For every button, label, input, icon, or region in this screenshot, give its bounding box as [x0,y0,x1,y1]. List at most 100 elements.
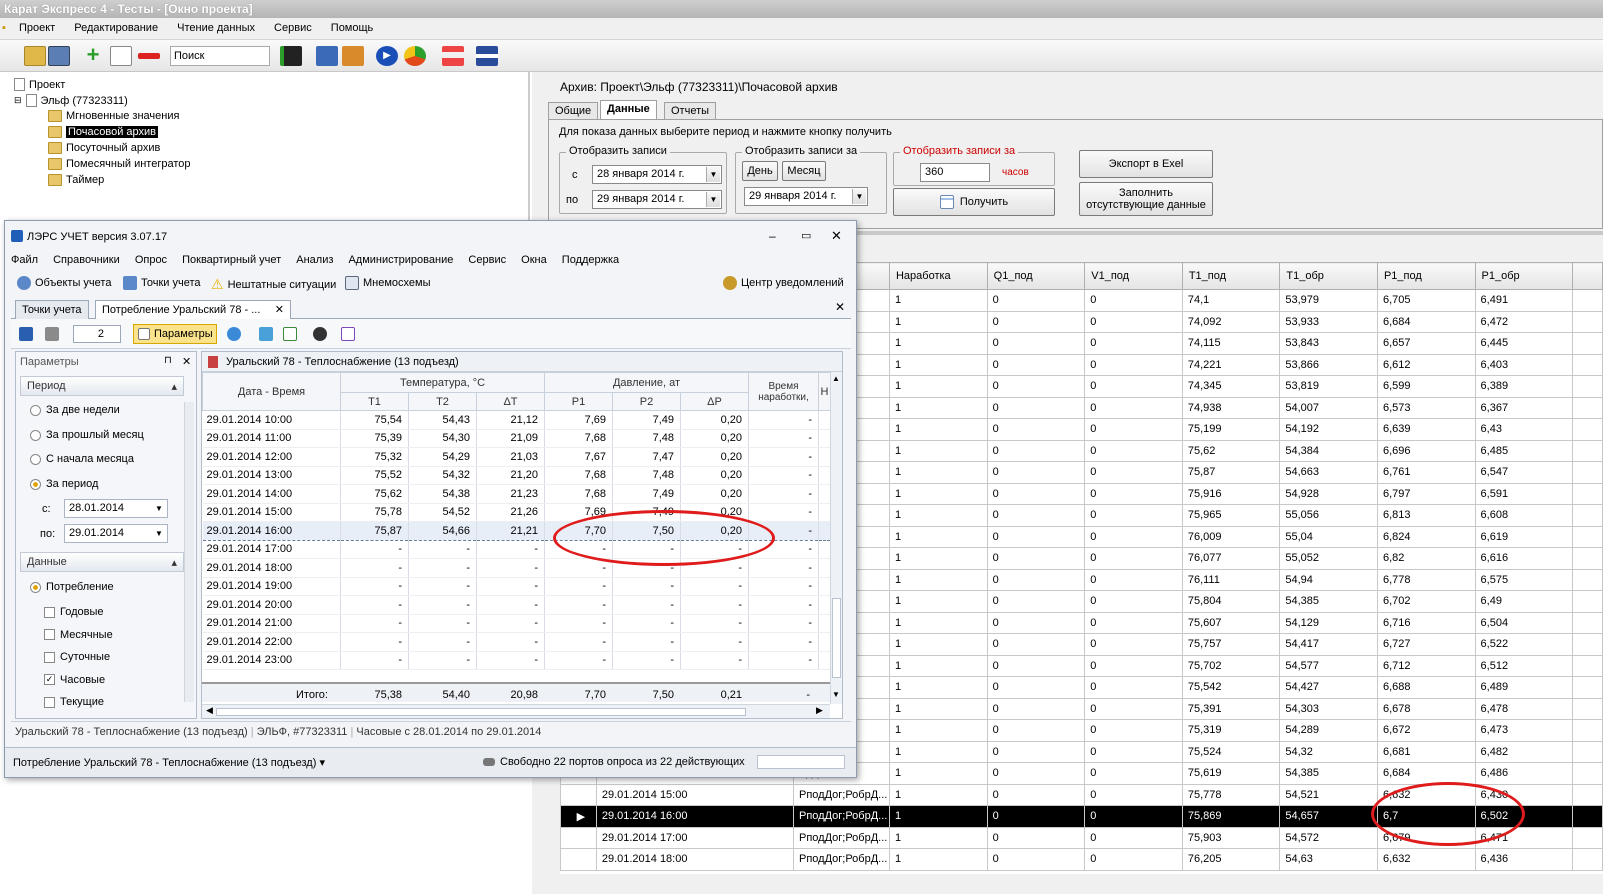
col-v1-header[interactable]: V1_под [1084,262,1183,290]
range-to-date[interactable]: 29 января 2014 г. ▼ [592,190,722,209]
lers-menu-apartment[interactable]: Поквартирный учет [176,251,287,269]
col-runtime-header[interactable]: Наработка [888,262,988,290]
params-close-icon[interactable]: ✕ [182,355,191,368]
add-icon[interactable]: + [82,44,104,66]
tree-item-instant[interactable]: Мгновенные значения [48,110,179,122]
row-indicator[interactable] [560,826,597,849]
menu-help[interactable]: Помощь [323,18,382,38]
doc-tab-points[interactable]: Точки учета [15,300,89,319]
checkbox-4[interactable]: Текущие [44,696,104,708]
col-p1-return-header[interactable]: P1_обр [1474,262,1574,290]
pin-icon[interactable]: ⊓ [164,355,172,366]
scroll-up-icon[interactable]: ▲ [832,374,840,383]
table-row[interactable]: 29.01.2014 18:00- - - - - - - [202,558,831,578]
collapse-up-icon[interactable]: ▴ [171,380,177,393]
menu-project[interactable]: Проект [11,18,63,38]
book-icon[interactable] [316,46,338,66]
lers-menu-admin[interactable]: Администрирование [342,251,459,269]
col-p1-header[interactable]: P1 [544,392,613,411]
scroll-down-icon[interactable]: ▼ [832,690,840,699]
print-icon[interactable] [45,327,59,341]
fill-missing-button[interactable]: Заполнить отсутствующие данные [1079,182,1213,216]
col-temperature-header[interactable]: Температура, °С [340,372,545,393]
radio-month-start[interactable]: С начала месяца [30,453,134,465]
lers-menu-windows[interactable]: Окна [515,251,553,269]
radio-two-weeks[interactable]: За две недели [30,404,120,416]
active-document[interactable]: Потребление Уральский 78 - Теплоснабжени… [13,756,325,769]
data-section-header[interactable]: Данные ▴ [20,552,184,572]
export-icon[interactable] [259,327,273,341]
hierarchy-icon[interactable] [442,46,464,66]
doc-tab-consumption[interactable]: Потребление Уральский 78 - ... ✕ [95,300,291,319]
hours-input[interactable]: 360 [920,163,990,182]
table-row[interactable]: 29.01.2014 22:00- - - - - - - [202,632,831,652]
period-from-date[interactable]: 28.01.2014 ▼ [64,499,168,518]
checkbox-1[interactable]: Месячные [44,629,113,641]
col-t1-return-header[interactable]: T1_обр [1279,262,1378,290]
h-scrollbar[interactable]: ◀ ▶ [202,704,830,718]
table-row[interactable]: 29.01.2014 19:00- - - - - - - [202,577,831,596]
refresh-icon[interactable] [227,327,241,341]
tree-item-hourly[interactable]: Почасовой архив [48,126,159,138]
table-row[interactable]: 29.01.2014 21:00- - - - - - - [202,614,831,633]
day-button[interactable]: День [742,161,778,181]
export-excel-button[interactable]: Экспорт в Exel [1079,150,1213,178]
table-row[interactable]: 29.01.2014 23:00- - - - - - - [202,651,831,670]
quick-incidents[interactable]: ⚠ Нештатные ситуации [211,276,336,293]
table-row[interactable]: 29.01.2014 10:00 75,54 54,43 21,12 7,69 7,49 0… [202,410,831,430]
dropdown-arrow-icon[interactable]: ▼ [706,192,720,207]
row-indicator[interactable]: ▶ [560,805,597,828]
lers-menu-file[interactable]: Файл [5,251,44,269]
checkbox-0[interactable]: Годовые [44,606,104,618]
play-icon[interactable]: ▶ [376,46,398,66]
search-input[interactable]: Поиск [170,46,270,66]
tab-reports[interactable]: Отчеты [664,102,717,119]
col-p2-header[interactable]: P2 [612,392,681,411]
delete-icon[interactable] [138,53,160,59]
collapse-up-icon[interactable]: ▴ [171,556,177,569]
menu-service[interactable]: Сервис [266,18,320,38]
checkbox-3[interactable]: ✓ Часовые [44,674,105,686]
tree-item-monthly[interactable]: Помесячный интегратор [48,158,190,170]
save-icon[interactable] [48,46,70,66]
copies-stepper[interactable]: 2 [73,325,121,343]
lers-menu-references[interactable]: Справочники [47,251,126,269]
params-button[interactable]: Параметры [133,324,217,344]
col-p1-supply-header[interactable]: P1_под [1376,262,1476,290]
col-pressure-header[interactable]: Давление, ат [544,372,749,393]
pie-chart-icon[interactable] [404,46,426,66]
month-button[interactable]: Месяц [782,161,826,181]
chart-icon[interactable] [283,327,297,341]
tab-general[interactable]: Общие [548,102,599,119]
col-h-header[interactable]: Н [818,372,831,411]
period-section-header[interactable]: Период ▴ [20,376,184,396]
poll-icon[interactable] [313,327,327,341]
range-from-date[interactable]: 28 января 2014 г. ▼ [592,165,722,184]
doc-close-icon[interactable]: ✕ [835,300,845,314]
table-row[interactable]: 29.01.2014 18:00 РподДог;РобрД... 1 0 0 76,20… [560,848,1603,871]
scroll-right-icon[interactable]: ▶ [816,705,823,716]
radio-consumption[interactable]: Потребление [30,581,114,593]
tree-root[interactable]: Проект [14,78,65,91]
table-row[interactable]: 29.01.2014 14:00 75,62 54,38 21,23 7,68 7,49 0… [202,484,831,504]
save-icon[interactable] [19,327,33,341]
h-scroll-thumb[interactable] [216,708,746,716]
col-q1-header[interactable]: Q1_под [986,262,1086,290]
report-edit-icon[interactable] [341,327,355,341]
network-icon[interactable] [476,46,498,66]
row-indicator[interactable] [560,783,597,806]
params-scrollbar[interactable] [184,402,194,702]
get-button[interactable]: Получить [893,188,1055,216]
maximize-icon[interactable]: ▭ [801,229,811,242]
radio-last-month[interactable]: За прошлый месяц [30,429,144,441]
notification-center[interactable]: Центр уведомлений [723,276,844,290]
col-dp-header[interactable]: ΔP [680,392,749,411]
quick-mnemo[interactable]: Мнемосхемы [345,276,431,290]
scroll-left-icon[interactable]: ◀ [206,705,213,716]
col-dt-header[interactable]: ΔT [476,392,545,411]
lers-menu-analysis[interactable]: Анализ [290,251,339,269]
v-scrollbar[interactable]: ▲ ▼ [830,372,842,704]
radio-period[interactable]: За период [30,478,98,490]
tree-item-daily[interactable]: Посуточный архив [48,142,160,154]
menu-read-data[interactable]: Чтение данных [169,18,263,38]
